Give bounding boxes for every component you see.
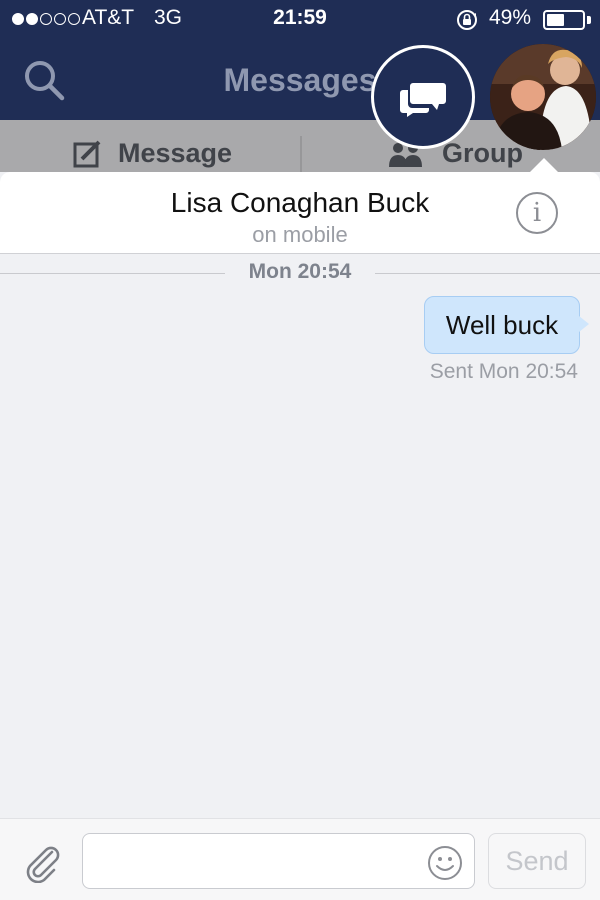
segment-divider: [300, 136, 302, 172]
battery-icon: [543, 10, 585, 30]
new-message-button[interactable]: Message: [72, 138, 232, 169]
new-message-label: Message: [118, 138, 233, 168]
battery-percent: 49%: [489, 6, 532, 29]
status-bar: AT&T 3G 21:59 49%: [0, 0, 600, 40]
message-composer: Send: [0, 818, 600, 900]
avatar-photo: [490, 44, 596, 150]
battery-level: [547, 14, 564, 26]
send-button[interactable]: Send: [488, 833, 586, 889]
paperclip-icon[interactable]: [22, 843, 62, 883]
divider-line: [375, 273, 600, 274]
new-group-label: Group: [442, 138, 523, 168]
compose-icon: [73, 140, 101, 167]
message-input[interactable]: [82, 833, 475, 889]
message-status: Sent Mon 20:54: [429, 360, 578, 383]
battery-tip: [587, 16, 591, 24]
info-icon[interactable]: i: [516, 192, 558, 234]
outgoing-message-bubble[interactable]: Well buck: [424, 296, 580, 354]
contact-avatar[interactable]: [490, 44, 596, 150]
popover-caret: [530, 158, 558, 172]
conversation-panel: Lisa Conaghan Buck on mobile i Mon 20:54…: [0, 172, 600, 900]
contact-name[interactable]: Lisa Conaghan Buck: [0, 187, 600, 219]
conversation-header: Lisa Conaghan Buck on mobile i: [0, 172, 600, 254]
timestamp-divider: Mon 20:54: [0, 260, 600, 288]
chat-bubbles-icon: [400, 83, 446, 117]
message-bubble-tail: [579, 316, 589, 332]
timestamp-label: Mon 20:54: [248, 260, 352, 283]
smiley-icon[interactable]: [427, 845, 463, 881]
rotation-lock-icon: [457, 10, 477, 30]
messages-chat-head[interactable]: [371, 45, 475, 149]
contact-status: on mobile: [252, 222, 348, 247]
